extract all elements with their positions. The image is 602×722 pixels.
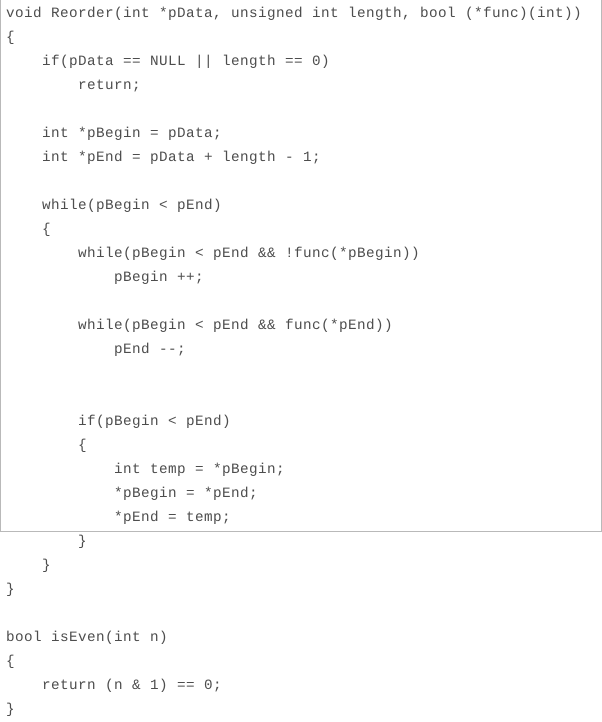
code-line: *pEnd = temp; — [6, 510, 231, 526]
code-line: pBegin ++; — [6, 270, 204, 286]
code-line: bool isEven(int n) — [6, 630, 168, 646]
code-line: pEnd --; — [6, 342, 186, 358]
code-line: *pBegin = *pEnd; — [6, 486, 258, 502]
code-line: { — [6, 654, 15, 670]
code-line: return; — [6, 78, 141, 94]
code-line: { — [6, 222, 51, 238]
code-line: if(pBegin < pEnd) — [6, 414, 231, 430]
code-line: while(pBegin < pEnd && !func(*pBegin)) — [6, 246, 420, 262]
code-line: } — [6, 558, 51, 574]
code-line: } — [6, 702, 15, 718]
code-line: } — [6, 534, 87, 550]
code-line: while(pBegin < pEnd && func(*pEnd)) — [6, 318, 393, 334]
code-line: int *pBegin = pData; — [6, 126, 222, 142]
code-line: int *pEnd = pData + length - 1; — [6, 150, 321, 166]
code-line: void Reorder(int *pData, unsigned int le… — [6, 6, 582, 22]
code-line: int temp = *pBegin; — [6, 462, 285, 478]
code-line: { — [6, 438, 87, 454]
code-line: { — [6, 30, 15, 46]
code-line: } — [6, 582, 15, 598]
code-line: if(pData == NULL || length == 0) — [6, 54, 330, 70]
code-block[interactable]: void Reorder(int *pData, unsigned int le… — [1, 2, 601, 722]
code-line: return (n & 1) == 0; — [6, 678, 222, 694]
code-listing-page: void Reorder(int *pData, unsigned int le… — [0, 0, 602, 718]
code-line: while(pBegin < pEnd) — [6, 198, 222, 214]
